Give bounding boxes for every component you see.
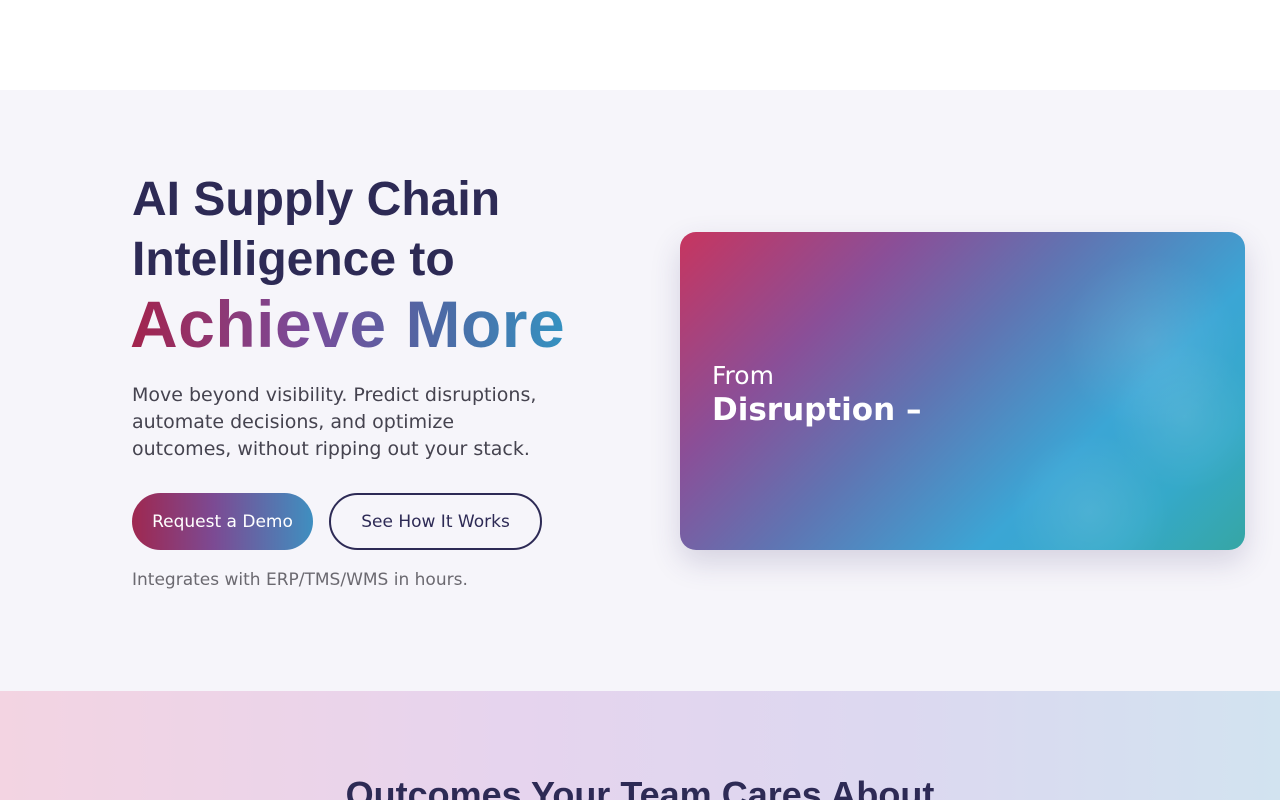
integration-note: Integrates with ERP/TMS/WMS in hours. [132,570,468,590]
hero-section: AI Supply Chain Intelligence to Achieve … [0,90,1280,691]
see-how-it-works-button[interactable]: See How It Works [329,493,542,550]
hero-visual-card: From Disruption – [680,232,1245,550]
hero-subtitle: Move beyond visibility. Predict disrupti… [132,384,537,460]
top-navigation-bar [0,0,1280,90]
request-demo-button[interactable]: Request a Demo [132,493,313,550]
card-headline: Disruption – [712,392,922,428]
hero-title-line-1: AI Supply Chain [132,173,501,226]
hero-title-accent: Achieve More [130,284,565,364]
hero-title-line-2: Intelligence to [132,233,455,286]
outcomes-section: Outcomes Your Team Cares About [0,691,1280,800]
card-from-label: From [712,361,774,390]
hero-title: AI Supply Chain Intelligence to [132,170,612,290]
outcomes-title: Outcomes Your Team Cares About [345,774,935,800]
